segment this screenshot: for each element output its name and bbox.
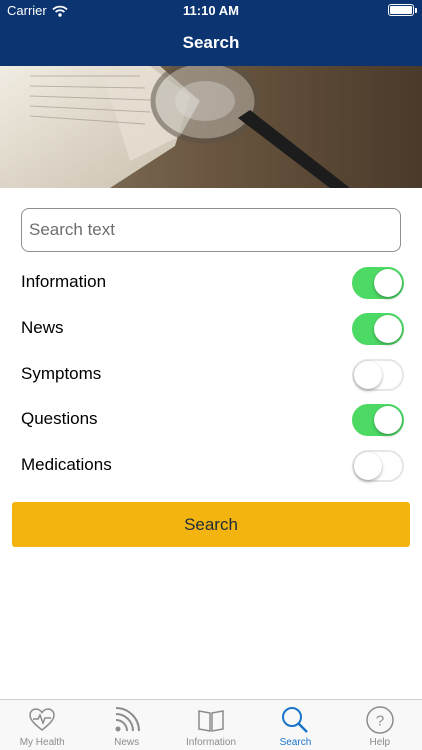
tab-help[interactable]: ? Help (338, 700, 422, 750)
status-time: 11:10 AM (183, 3, 239, 18)
hero-image (0, 66, 422, 188)
filter-label: Medications (21, 455, 112, 474)
tab-information[interactable]: Information (169, 700, 253, 750)
tab-label: My Health (19, 737, 65, 748)
symptoms-toggle[interactable] (352, 359, 404, 391)
status-bar: Carrier 11:10 AM (0, 0, 422, 22)
tab-search[interactable]: Search (253, 700, 337, 750)
filter-label: Symptoms (21, 364, 102, 383)
tab-label: News (114, 737, 140, 748)
rss-icon (115, 707, 140, 732)
filter-row-questions: Questions (21, 403, 404, 437)
filter-label: News (21, 318, 64, 337)
page-title: Search (182, 33, 240, 52)
filter-label: Questions (21, 409, 98, 428)
battery-icon (388, 4, 417, 16)
filter-row-symptoms: Symptoms (21, 358, 404, 392)
filter-label: Information (21, 272, 107, 291)
tab-bar: My Health News Information Search ? Help (0, 699, 422, 750)
navigation-bar: Carrier 11:10 AM Search (0, 0, 422, 66)
tab-label: Information (186, 737, 237, 748)
filter-row-news: News (21, 312, 404, 346)
heart-pulse-icon (29, 708, 55, 731)
question-icon: ? (366, 706, 394, 734)
magnifier-icon (282, 707, 309, 733)
medications-toggle[interactable] (352, 450, 404, 482)
tab-news[interactable]: News (84, 700, 168, 750)
book-icon (198, 710, 224, 732)
tab-label: Search (279, 737, 312, 748)
questions-toggle[interactable] (352, 404, 404, 436)
news-toggle[interactable] (352, 313, 404, 345)
filter-row-information: Information (21, 266, 404, 300)
search-input[interactable] (21, 208, 401, 252)
svg-text:?: ? (376, 713, 384, 730)
information-toggle[interactable] (352, 267, 404, 299)
tab-label: Help (369, 737, 391, 748)
tab-my-health[interactable]: My Health (0, 700, 84, 750)
search-button[interactable]: Search (12, 502, 410, 547)
filter-row-medications: Medications (21, 449, 404, 483)
